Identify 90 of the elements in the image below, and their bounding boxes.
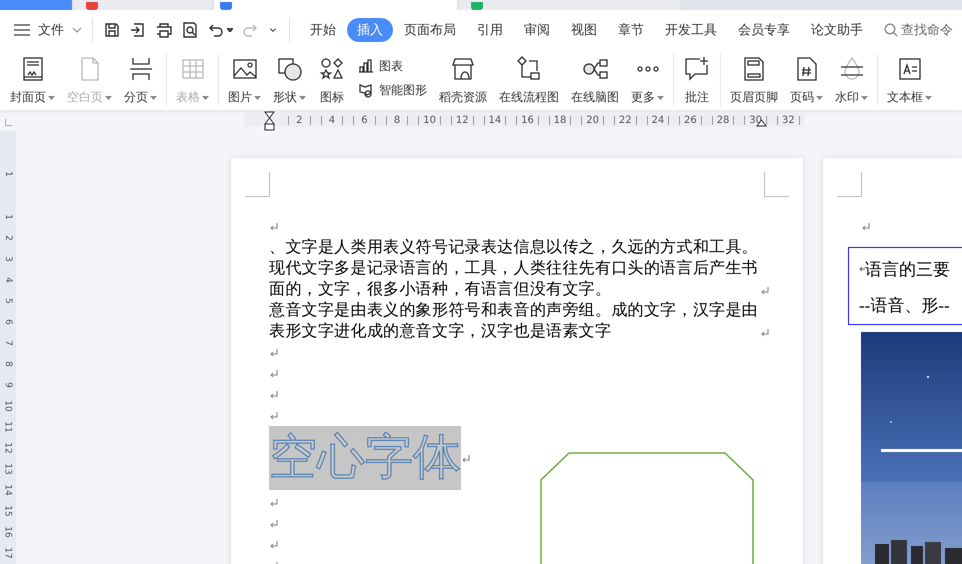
search-field[interactable]: 查找命令 <box>901 22 957 38</box>
caret-icon <box>657 96 664 100</box>
ribbon-button[interactable]: 在线脑图 <box>565 50 625 110</box>
ribbon-button[interactable]: 封面页 <box>4 50 61 110</box>
ruler-number: 2 <box>5 234 11 242</box>
comment-icon <box>683 55 711 83</box>
file-menu[interactable]: 文件 <box>38 21 82 39</box>
chevron-icon <box>72 27 82 33</box>
ribbon-button[interactable]: 稻壳资源 <box>433 50 493 110</box>
ruler-number: 17 <box>2 546 14 560</box>
text-box[interactable]: 语言的三要 --语音、形-- <box>848 247 962 325</box>
document-tab[interactable] <box>214 0 457 10</box>
menu-icon[interactable] <box>14 24 30 36</box>
paragraph-mark-icon <box>270 412 278 420</box>
paragraph-text: 、文字是人类用表义符号记录表达信息以传之，久远的方式和工具。现代文字多是记录语言的，工具，人类往往先有口头的语言后产生书面的，文字，很多小语种，有语言但没有文字。 <box>269 238 759 300</box>
caret-icon <box>299 96 306 100</box>
ruler-number: 1 <box>5 212 11 222</box>
hollow-text: 空心字体 <box>269 426 461 490</box>
caret-icon <box>202 96 209 100</box>
ribbon-tab[interactable]: 审阅 <box>514 18 560 42</box>
ribbon-tab[interactable]: 页面布局 <box>394 18 466 42</box>
ribbon-tab[interactable]: 引用 <box>467 18 513 42</box>
paragraph-mark-icon <box>270 391 278 399</box>
caret-icon <box>861 96 868 100</box>
paragraph-mark-icon <box>761 329 769 337</box>
paragraph-text: 意音文字是由表义的象形符号和表音的声旁组。成的文字，汉字是由表形文字进化成的意音文字，汉字也是语素文字 <box>269 300 759 342</box>
ribbon-button[interactable]: 分页 <box>118 50 163 110</box>
paragraph-mark-icon <box>462 454 470 463</box>
ribbon-tab[interactable]: 视图 <box>561 18 607 42</box>
crop-mark <box>764 172 789 197</box>
ruler-number: 8 <box>5 360 11 368</box>
anchor-mark-icon <box>859 265 865 273</box>
ruler-number: 11 <box>2 420 14 434</box>
ribbon-button[interactable]: 批注 <box>677 50 717 110</box>
smart-graphic-icon <box>358 82 374 98</box>
print-icon[interactable] <box>155 21 173 39</box>
paragraph-mark-icon <box>761 287 769 295</box>
paragraph-mark-icon <box>270 370 278 378</box>
textbox-line: --语音、形-- <box>859 294 950 316</box>
ribbon-tab[interactable]: 会员专享 <box>728 18 800 42</box>
indent-marker-icon[interactable] <box>264 111 275 131</box>
ribbon-tab[interactable]: 开始 <box>300 18 346 42</box>
paragraph-mark-icon <box>270 349 278 357</box>
ruler-number: 6 <box>5 318 11 326</box>
ribbon-tab[interactable]: 章节 <box>608 18 654 42</box>
document-tab[interactable] <box>74 0 212 10</box>
ruler-number: 16 <box>2 524 14 540</box>
paragraph-mark-icon <box>270 499 278 507</box>
ribbon-button[interactable]: 图表 <box>358 58 427 74</box>
save-icon[interactable] <box>103 21 121 39</box>
ribbon-button[interactable]: 文本框 <box>881 50 938 110</box>
caret-icon <box>105 96 112 100</box>
ruler-number: 7 <box>5 338 11 348</box>
textbox-line: 语言的三要 <box>865 258 950 280</box>
caret-icon <box>254 96 261 100</box>
ribbon-button[interactable]: 图片 <box>222 50 267 110</box>
caret-icon <box>925 96 932 100</box>
ruler-number: 3 <box>5 254 11 264</box>
ribbon-button[interactable]: 水印 <box>829 50 874 110</box>
print-preview-icon[interactable] <box>181 21 199 39</box>
crop-mark <box>245 172 270 197</box>
ribbon-tab[interactable]: 开发工具 <box>655 18 727 42</box>
ribbon-button[interactable]: 页眉页脚 <box>724 50 784 110</box>
ribbon-button[interactable]: 更多 <box>625 50 670 110</box>
ribbon-tab[interactable]: 论文助手 <box>801 18 873 42</box>
ribbon-button[interactable]: 在线流程图 <box>493 50 565 110</box>
ribbon-button[interactable]: 图标 <box>312 50 352 110</box>
ruler-number: 10 <box>2 398 14 414</box>
caret-icon <box>48 96 55 100</box>
ruler-number: 4 <box>5 276 11 284</box>
ruler-number: 5 <box>5 296 11 306</box>
ruler-number: 14 <box>2 482 14 498</box>
search-icon <box>884 23 898 37</box>
ruler-number: 1 <box>5 170 11 178</box>
ruler-number: 12 <box>2 440 14 456</box>
ribbon-button[interactable]: 形状 <box>267 50 312 110</box>
caret-icon <box>150 96 157 100</box>
paragraph-mark-icon <box>862 223 870 231</box>
ribbon-button[interactable]: 智能图形 <box>358 82 427 98</box>
caret-icon <box>816 96 823 100</box>
more-icon <box>636 66 658 72</box>
crop-mark <box>837 172 862 197</box>
ruler-number: 13 <box>2 462 14 476</box>
paragraph-mark-icon <box>270 520 278 528</box>
paragraph-mark-icon <box>270 223 278 231</box>
ribbon-button[interactable]: 页码 <box>784 50 829 110</box>
ruler-number: 9 <box>5 380 11 390</box>
bar-chart-icon <box>358 58 374 74</box>
ruler-number: 15 <box>2 504 14 518</box>
paragraph-mark-icon <box>270 541 278 549</box>
